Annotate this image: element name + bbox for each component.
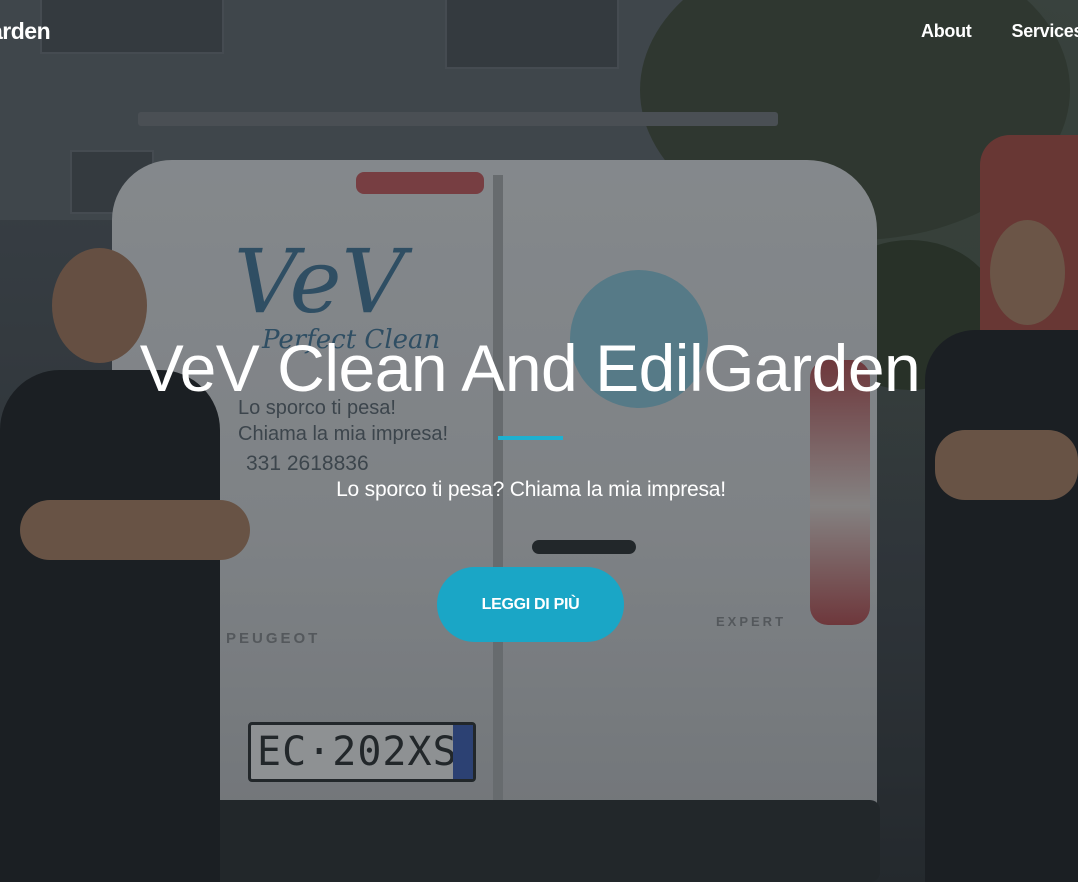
nav-item-services[interactable]: Services (1011, 21, 1078, 42)
hero-background-photo: VeV Perfect Clean Lo sporco ti pesa! Chi… (0, 0, 1078, 882)
read-more-button[interactable]: LEGGI DI PIÙ (437, 567, 624, 642)
hero-dark-overlay (0, 0, 1078, 882)
site-logo[interactable]: arden (0, 18, 51, 45)
hero-subtitle: Lo sporco ti pesa? Chiama la mia impresa… (336, 478, 726, 501)
hero-divider (498, 436, 563, 440)
nav-item-about[interactable]: About (921, 21, 972, 42)
main-nav: About Services (921, 21, 1078, 42)
hero-title: VeV Clean And EdilGarden (139, 331, 921, 405)
